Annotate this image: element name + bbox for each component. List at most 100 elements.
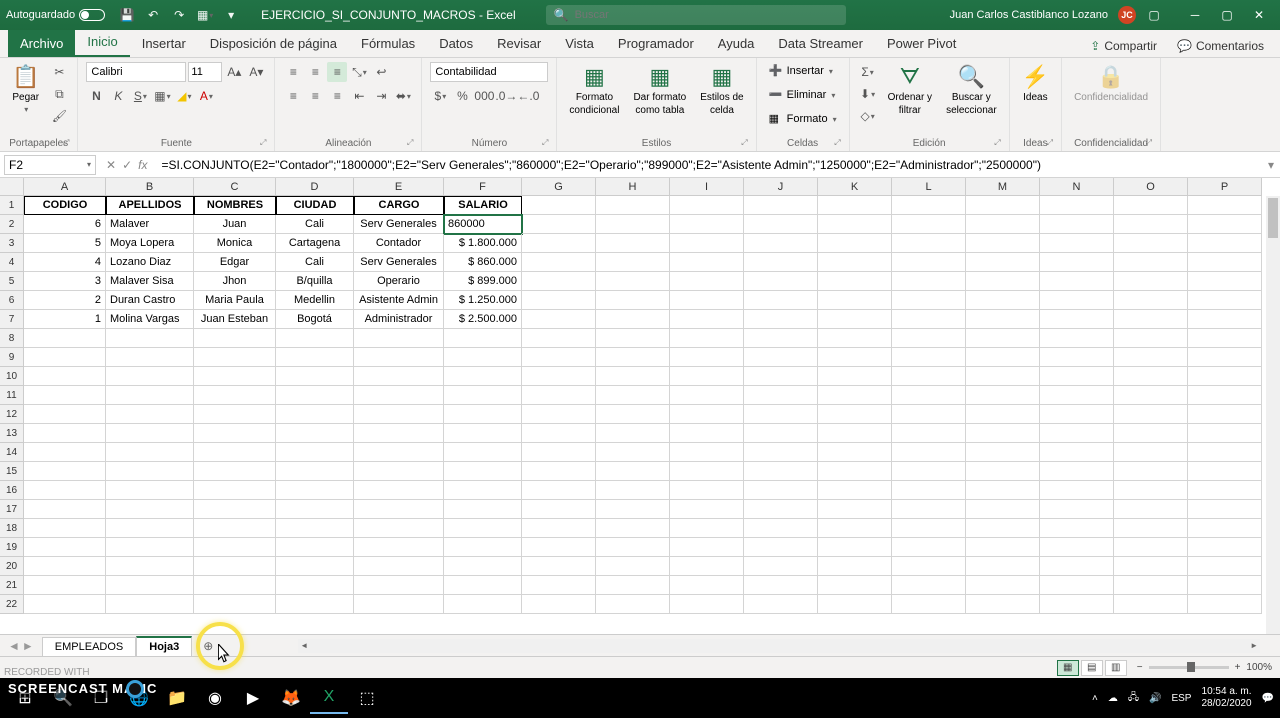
cell[interactable]	[444, 538, 522, 557]
cell[interactable]	[24, 462, 106, 481]
cell[interactable]	[194, 557, 276, 576]
cell[interactable]	[966, 500, 1040, 519]
col-header-M[interactable]: M	[966, 178, 1040, 196]
cell[interactable]	[892, 253, 966, 272]
cell[interactable]: Edgar	[194, 253, 276, 272]
cell[interactable]	[1040, 386, 1114, 405]
cell[interactable]	[1040, 253, 1114, 272]
cell[interactable]	[1114, 519, 1188, 538]
italic-button[interactable]: K	[108, 86, 128, 106]
share-button[interactable]: ⇪Compartir	[1082, 35, 1165, 57]
cell[interactable]	[1040, 215, 1114, 234]
cell[interactable]	[106, 519, 194, 538]
cell[interactable]	[1114, 367, 1188, 386]
row-header-9[interactable]: 9	[0, 348, 24, 367]
cell[interactable]	[276, 367, 354, 386]
cell[interactable]	[892, 348, 966, 367]
row-header-21[interactable]: 21	[0, 576, 24, 595]
cell[interactable]	[354, 519, 444, 538]
cell[interactable]	[522, 443, 596, 462]
cell[interactable]	[522, 557, 596, 576]
cell[interactable]	[744, 519, 818, 538]
row-header-20[interactable]: 20	[0, 557, 24, 576]
user-avatar[interactable]: JC	[1118, 6, 1136, 24]
row-header-4[interactable]: 4	[0, 253, 24, 272]
cell[interactable]	[106, 443, 194, 462]
row-header-8[interactable]: 8	[0, 329, 24, 348]
cell[interactable]	[818, 500, 892, 519]
row-header-1[interactable]: 1	[0, 196, 24, 215]
cell[interactable]	[892, 500, 966, 519]
cell[interactable]	[818, 424, 892, 443]
cell[interactable]	[1188, 215, 1262, 234]
cell[interactable]	[1040, 405, 1114, 424]
align-center-button[interactable]: ≡	[305, 86, 325, 106]
col-header-O[interactable]: O	[1114, 178, 1188, 196]
cell[interactable]	[596, 367, 670, 386]
cell[interactable]: Moya Lopera	[106, 234, 194, 253]
cell[interactable]	[892, 234, 966, 253]
cell[interactable]	[194, 348, 276, 367]
cell[interactable]	[818, 367, 892, 386]
cell[interactable]	[1188, 481, 1262, 500]
cell[interactable]	[744, 291, 818, 310]
cell[interactable]	[1040, 538, 1114, 557]
cell[interactable]	[1188, 443, 1262, 462]
cell[interactable]	[444, 424, 522, 443]
zoom-slider[interactable]	[1149, 666, 1229, 669]
cell[interactable]	[596, 595, 670, 614]
cell[interactable]	[522, 538, 596, 557]
zoom-level[interactable]: 100%	[1246, 662, 1272, 673]
cell[interactable]	[966, 576, 1040, 595]
cell[interactable]	[276, 424, 354, 443]
row-header-17[interactable]: 17	[0, 500, 24, 519]
touch-mode-icon[interactable]: ▦▾	[197, 7, 213, 23]
cell[interactable]: CIUDAD	[276, 196, 354, 215]
col-header-G[interactable]: G	[522, 178, 596, 196]
cell[interactable]	[818, 291, 892, 310]
cell[interactable]	[892, 576, 966, 595]
cell[interactable]	[596, 196, 670, 215]
cell[interactable]	[276, 595, 354, 614]
cell[interactable]	[24, 367, 106, 386]
borders-button[interactable]: ▦▾	[152, 86, 172, 106]
cell[interactable]	[818, 576, 892, 595]
confidentiality-button[interactable]: 🔒Confidencialidad	[1070, 62, 1152, 105]
cell[interactable]: Maria Paula	[194, 291, 276, 310]
cell[interactable]	[1114, 253, 1188, 272]
cell[interactable]	[670, 557, 744, 576]
row-header-18[interactable]: 18	[0, 519, 24, 538]
cell[interactable]: Serv Generales	[354, 215, 444, 234]
cell[interactable]	[522, 367, 596, 386]
cell[interactable]	[744, 481, 818, 500]
cell[interactable]	[522, 253, 596, 272]
cell[interactable]	[276, 500, 354, 519]
format-cells-button[interactable]: ▦Formato▾	[765, 110, 841, 128]
cell[interactable]	[354, 595, 444, 614]
cell[interactable]	[24, 519, 106, 538]
cell[interactable]	[596, 405, 670, 424]
row-header-7[interactable]: 7	[0, 310, 24, 329]
cell[interactable]	[818, 462, 892, 481]
sheet-tab-empleados[interactable]: EMPLEADOS	[42, 637, 136, 656]
row-header-16[interactable]: 16	[0, 481, 24, 500]
excel-taskbar-icon[interactable]: X	[310, 682, 348, 714]
conditional-format-button[interactable]: ▦Formatocondicional	[565, 62, 623, 118]
cell[interactable]	[276, 405, 354, 424]
cell[interactable]	[1188, 462, 1262, 481]
cell[interactable]	[966, 405, 1040, 424]
cell[interactable]	[818, 405, 892, 424]
cell[interactable]	[670, 348, 744, 367]
cell[interactable]	[1188, 519, 1262, 538]
cell[interactable]: 6	[24, 215, 106, 234]
increase-decimal-button[interactable]: .0→	[496, 86, 516, 106]
cell[interactable]	[24, 424, 106, 443]
cell[interactable]: 1	[24, 310, 106, 329]
cell[interactable]	[1188, 234, 1262, 253]
cell[interactable]	[1040, 367, 1114, 386]
cell[interactable]	[966, 196, 1040, 215]
cell[interactable]	[1114, 500, 1188, 519]
cell[interactable]	[1188, 310, 1262, 329]
cell[interactable]	[966, 538, 1040, 557]
cell[interactable]	[194, 595, 276, 614]
